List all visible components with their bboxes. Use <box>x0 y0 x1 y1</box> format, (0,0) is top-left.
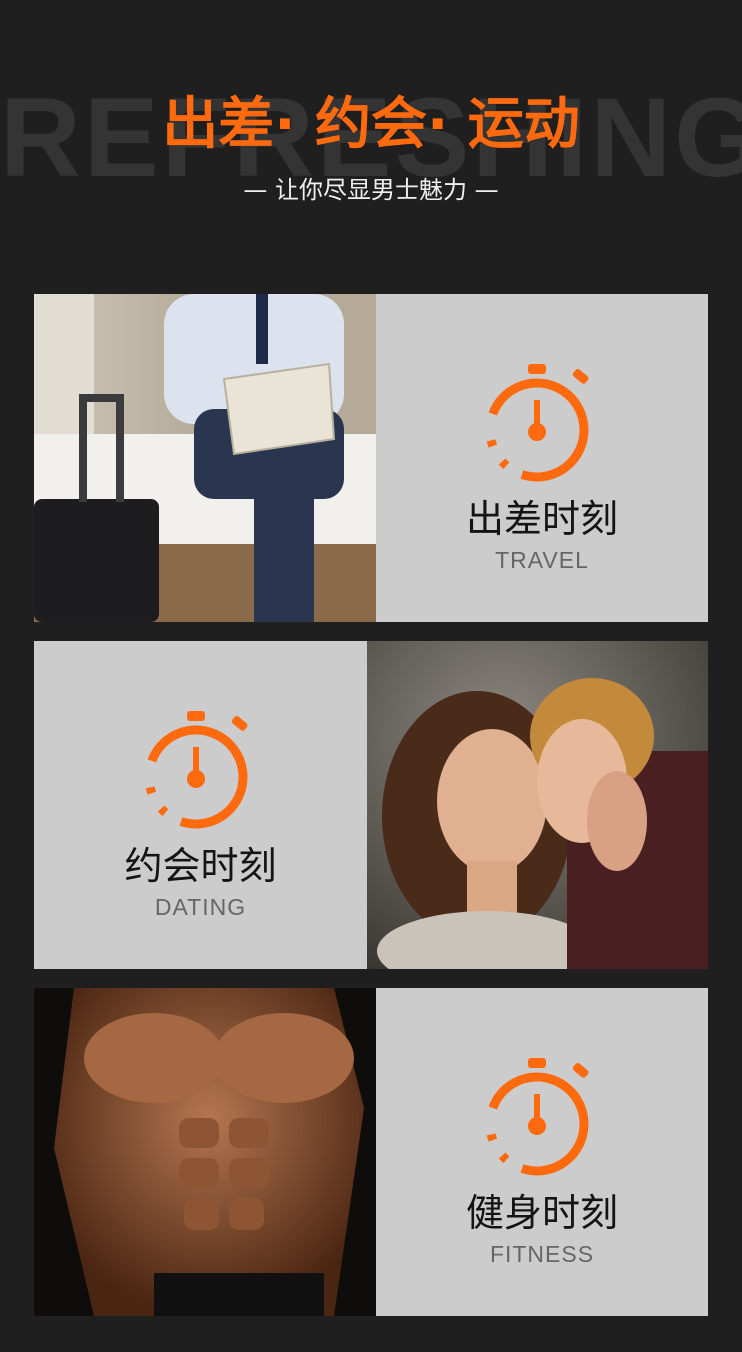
businessman-on-hotel-bed-photo <box>34 294 376 622</box>
stopwatch-icon <box>141 709 261 829</box>
travel-card: 出差时刻 TRAVEL <box>34 294 708 622</box>
travel-title: 出差时刻 <box>465 497 618 541</box>
page-title: 出差· 约会· 运动 <box>162 92 580 157</box>
fitness-panel: 健身时刻 FITNESS <box>376 988 708 1316</box>
stopwatch-icon <box>482 362 602 482</box>
page-header: REFRESHING 出差· 约会· 运动 — 让你尽显男士魅力 — <box>0 0 742 260</box>
dating-subtitle: DATING <box>154 894 247 920</box>
stopwatch-icon <box>482 1056 602 1176</box>
travel-panel: 出差时刻 TRAVEL <box>376 294 708 622</box>
dating-panel: 约会时刻 DATING <box>34 641 367 969</box>
dating-card: 约会时刻 DATING <box>34 641 708 969</box>
dating-title: 约会时刻 <box>124 844 277 888</box>
muscular-torso-photo <box>34 988 376 1316</box>
couple-kissing-photo <box>367 641 708 969</box>
fitness-subtitle: FITNESS <box>489 1241 595 1267</box>
page-subtitle: — 让你尽显男士魅力 — <box>243 176 499 204</box>
fitness-card: 健身时刻 FITNESS <box>34 988 708 1316</box>
travel-subtitle: TRAVEL <box>495 547 589 573</box>
fitness-title: 健身时刻 <box>465 1191 618 1235</box>
